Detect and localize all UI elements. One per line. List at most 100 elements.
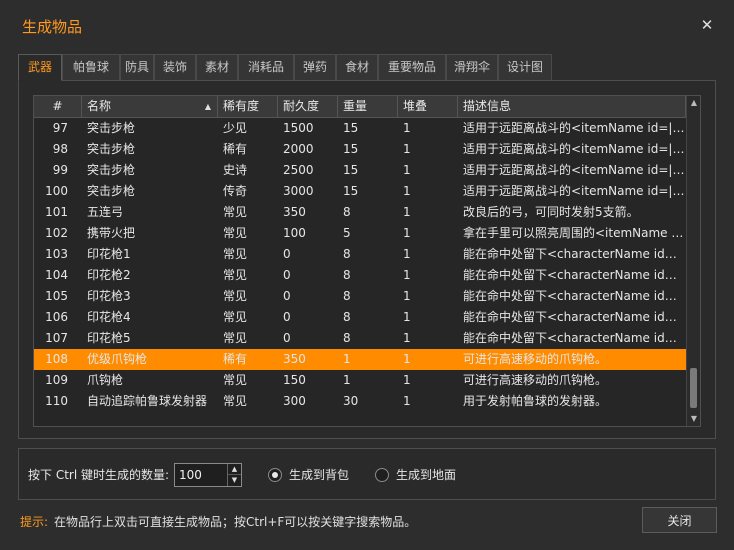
table-row[interactable]: 105 印花枪3 常见 0 8 1 能在命中处留下<characterName id=|..…: [34, 286, 686, 307]
cell-rarity: 常见: [223, 331, 248, 345]
cell-stack: 1: [403, 310, 411, 324]
cell-name: 印花枪3: [87, 289, 131, 303]
cell-weight: 15: [343, 142, 359, 156]
table-row[interactable]: 100 突击步枪 传奇 3000 15 1 适用于远距离战斗的<itemName id=|A…: [34, 181, 686, 202]
radio-ground-indicator[interactable]: [375, 468, 389, 482]
cell-stack: 1: [403, 373, 411, 387]
cell-name: 印花枪1: [87, 247, 131, 261]
column-header-name[interactable]: 名称 ▲: [82, 96, 218, 118]
sort-up-icon: ▲: [204, 102, 211, 111]
cell-index: 110: [45, 394, 68, 408]
scroll-down-arrow-icon[interactable]: ▼: [687, 412, 700, 426]
cell-weight: 8: [343, 247, 351, 261]
column-header-index[interactable]: #: [34, 96, 82, 118]
cell-stack: 1: [403, 205, 411, 219]
table-row[interactable]: 108 优级爪钩枪 稀有 350 1 1 可进行高速移动的爪钩枪。: [34, 349, 686, 370]
cell-index: 108: [45, 352, 68, 366]
cell-weight: 8: [343, 268, 351, 282]
table-row[interactable]: 107 印花枪5 常见 0 8 1 能在命中处留下<characterName id=|..…: [34, 328, 686, 349]
cell-durability: 350: [283, 205, 306, 219]
tab-ammo[interactable]: 弹药: [294, 54, 336, 80]
cell-name: 优级爪钩枪: [87, 352, 148, 366]
tab-panel: # 名称 ▲ 稀有度 耐久度 重量 堆叠 描述信息 97 突击步枪 少见 1500 15 1 适用于远距离…: [18, 80, 716, 439]
column-header-label: 稀有度: [223, 99, 260, 113]
cell-stack: 1: [403, 121, 411, 135]
tab-accessories[interactable]: 装饰: [154, 54, 196, 80]
tab-key-items[interactable]: 重要物品: [378, 54, 446, 80]
scroll-up-arrow-icon[interactable]: ▲: [687, 96, 700, 110]
window-title: 生成物品: [22, 18, 83, 36]
cell-weight: 15: [343, 184, 359, 198]
cell-stack: 1: [403, 247, 411, 261]
column-header-stack[interactable]: 堆叠: [398, 96, 458, 118]
column-header-label: 堆叠: [403, 99, 428, 113]
cell-durability: 2000: [283, 142, 314, 156]
column-header-rarity[interactable]: 稀有度: [218, 96, 278, 118]
cell-weight: 8: [343, 289, 351, 303]
table-row[interactable]: 106 印花枪4 常见 0 8 1 能在命中处留下<characterName id=|..…: [34, 307, 686, 328]
table-row[interactable]: 101 五连弓 常见 350 8 1 改良后的弓，可同时发射5支箭。: [34, 202, 686, 223]
table-row[interactable]: 99 突击步枪 史诗 2500 15 1 适用于远距离战斗的<itemName id=|A.…: [34, 160, 686, 181]
cell-name: 印花枪2: [87, 268, 131, 282]
table-row[interactable]: 103 印花枪1 常见 0 8 1 能在命中处留下<characterName id=|..…: [34, 244, 686, 265]
cell-durability: 0: [283, 247, 291, 261]
tab-pal-spheres[interactable]: 帕鲁球: [62, 54, 120, 80]
cell-name: 印花枪4: [87, 310, 131, 324]
stepper-up-icon[interactable]: ▲: [227, 464, 241, 475]
column-header-label: 重量: [343, 99, 368, 113]
tab-gliders[interactable]: 滑翔伞: [446, 54, 498, 80]
cell-description: 适用于远距离战斗的<itemName id=|A...: [463, 142, 686, 156]
item-table: # 名称 ▲ 稀有度 耐久度 重量 堆叠 描述信息 97 突击步枪 少见 1500 15 1 适用于远距离…: [33, 95, 701, 427]
cell-rarity: 稀有: [223, 352, 248, 366]
column-header-label: 描述信息: [463, 99, 512, 113]
cell-description: 拿在手里可以照亮周围的<itemName i...: [463, 226, 686, 240]
cell-stack: 1: [403, 142, 411, 156]
radio-backpack-indicator[interactable]: [268, 468, 282, 482]
vertical-scrollbar[interactable]: ▲ ▼: [686, 96, 700, 426]
table-row[interactable]: 110 自动追踪帕鲁球发射器 常见 300 30 1 用于发射帕鲁球的发射器。: [34, 391, 686, 412]
cell-name: 五连弓: [87, 205, 124, 219]
quantity-input[interactable]: [175, 464, 227, 486]
close-button[interactable]: 关闭: [642, 507, 717, 533]
cell-rarity: 常见: [223, 394, 248, 408]
cell-weight: 15: [343, 121, 359, 135]
title-bar: 生成物品 ✕: [0, 0, 734, 50]
column-header-weight[interactable]: 重量: [338, 96, 398, 118]
cell-weight: 1: [343, 352, 351, 366]
quantity-stepper[interactable]: ▲ ▼: [174, 463, 242, 487]
cell-name: 爪钩枪: [87, 373, 124, 387]
table-row[interactable]: 109 爪钩枪 常见 150 1 1 可进行高速移动的爪钩枪。: [34, 370, 686, 391]
cell-index: 97: [52, 121, 68, 135]
cell-weight: 8: [343, 205, 351, 219]
tab-ingredients[interactable]: 食材: [336, 54, 378, 80]
table-row[interactable]: 97 突击步枪 少见 1500 15 1 适用于远距离战斗的<itemName id=|A.…: [34, 118, 686, 139]
cell-index: 100: [45, 184, 68, 198]
column-header-label: 耐久度: [283, 99, 320, 113]
close-icon[interactable]: ✕: [698, 16, 716, 34]
table-row[interactable]: 98 突击步枪 稀有 2000 15 1 适用于远距离战斗的<itemName id=|A.…: [34, 139, 686, 160]
tab-materials[interactable]: 素材: [196, 54, 238, 80]
table-row[interactable]: 104 印花枪2 常见 0 8 1 能在命中处留下<characterName id=|..…: [34, 265, 686, 286]
cell-index: 105: [45, 289, 68, 303]
column-header-description[interactable]: 描述信息: [458, 96, 686, 118]
cell-name: 突击步枪: [87, 184, 136, 198]
tab-weapons[interactable]: 武器: [18, 54, 62, 81]
cell-index: 98: [52, 142, 68, 156]
cell-stack: 1: [403, 352, 411, 366]
cell-durability: 1500: [283, 121, 314, 135]
cell-stack: 1: [403, 184, 411, 198]
tab-consumables[interactable]: 消耗品: [238, 54, 294, 80]
cell-name: 携带火把: [87, 226, 136, 240]
tab-armor[interactable]: 防具: [120, 54, 154, 80]
stepper-down-icon[interactable]: ▼: [227, 475, 241, 486]
cell-description: 能在命中处留下<characterName id=|...: [463, 247, 686, 261]
scrollbar-thumb[interactable]: [690, 368, 697, 408]
table-row[interactable]: 102 携带火把 常见 100 5 1 拿在手里可以照亮周围的<itemName i...: [34, 223, 686, 244]
column-header-label: #: [52, 99, 63, 113]
column-header-durability[interactable]: 耐久度: [278, 96, 338, 118]
cell-index: 101: [45, 205, 68, 219]
tab-schematics[interactable]: 设计图: [498, 54, 552, 80]
cell-weight: 5: [343, 226, 351, 240]
cell-description: 能在命中处留下<characterName id=|...: [463, 331, 686, 345]
hint-prefix: 提示:: [20, 515, 49, 529]
